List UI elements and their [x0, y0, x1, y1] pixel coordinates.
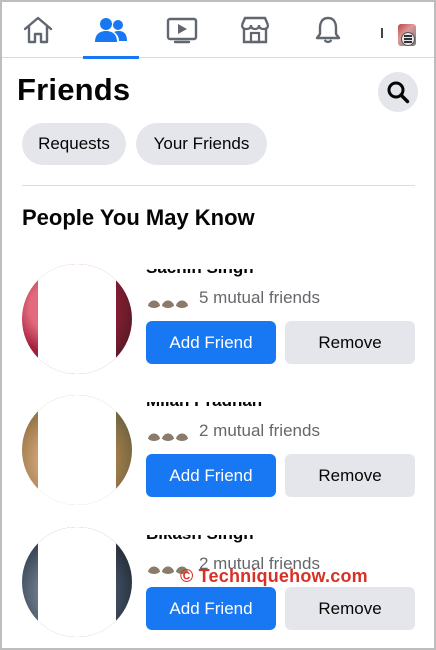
nav-marketplace[interactable]: [225, 2, 285, 58]
mutual-friends-count[interactable]: 2 mutual friends: [199, 421, 320, 441]
list-item: Milan Pradhan 2 mutual friends Add Frien…: [0, 395, 436, 519]
mutual-friends-count[interactable]: 5 mutual friends: [199, 288, 320, 308]
mutual-friends-avatars: [146, 294, 192, 308]
avatar[interactable]: [22, 527, 132, 637]
page-title: Friends: [17, 72, 131, 107]
list-item: Bikash Singh 2 mutual friends Add Friend…: [0, 527, 436, 650]
list-item: Sachin Singh 5 mutual friends Add Friend…: [0, 264, 436, 386]
menu-indicator: [381, 28, 383, 38]
search-icon: [387, 81, 410, 104]
friends-icon: [95, 18, 127, 42]
add-friend-button[interactable]: Add Friend: [146, 321, 276, 364]
avatar[interactable]: [22, 264, 132, 374]
watermark: © Techniquehow.com: [180, 566, 368, 586]
your-friends-chip[interactable]: Your Friends: [136, 123, 267, 165]
nav-notifications[interactable]: [298, 2, 358, 58]
home-icon: [23, 16, 53, 44]
nav-friends[interactable]: [81, 2, 141, 59]
divider: [22, 185, 415, 186]
remove-button[interactable]: Remove: [285, 321, 415, 364]
video-icon: [166, 17, 198, 44]
store-icon: [240, 16, 270, 44]
requests-chip[interactable]: Requests: [22, 123, 126, 165]
avatar[interactable]: [22, 395, 132, 505]
add-friend-button[interactable]: Add Friend: [146, 587, 276, 630]
mutual-friends-avatars: [146, 427, 192, 441]
nav-watch[interactable]: [152, 2, 212, 58]
top-navigation: [2, 2, 434, 59]
bell-icon: [315, 16, 341, 44]
remove-button[interactable]: Remove: [285, 587, 415, 630]
search-button[interactable]: [378, 72, 418, 112]
nav-home[interactable]: [8, 2, 68, 58]
menu-icon[interactable]: [401, 32, 415, 46]
section-title: People You May Know: [22, 205, 255, 230]
remove-button[interactable]: Remove: [285, 454, 415, 497]
add-friend-button[interactable]: Add Friend: [146, 454, 276, 497]
